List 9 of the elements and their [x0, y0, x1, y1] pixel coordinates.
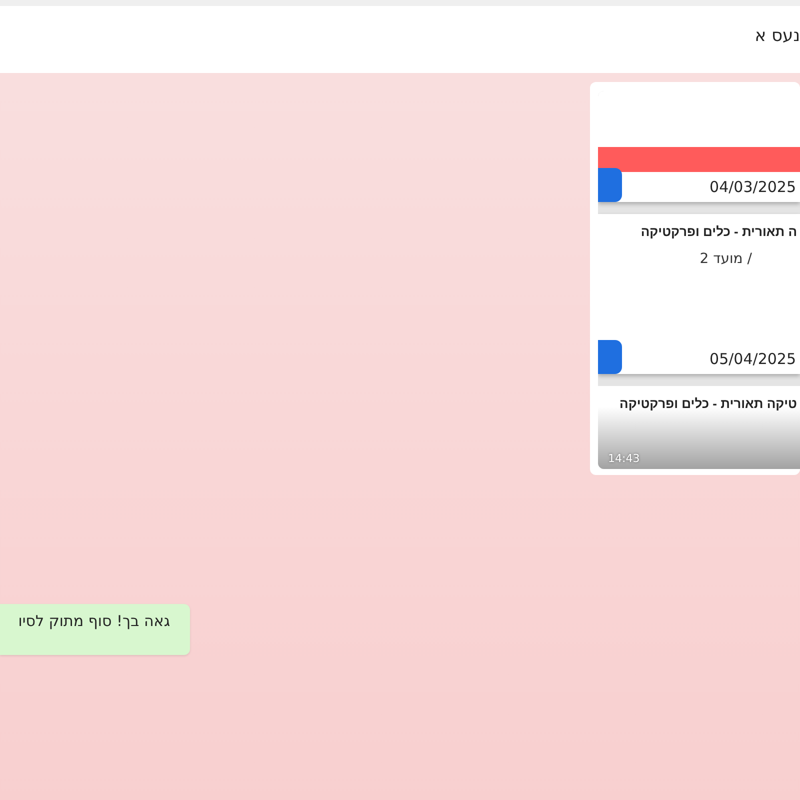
chat-title: נעס א: [754, 26, 800, 46]
card-subtitle: / מועד 2: [698, 251, 753, 267]
message-text: גאה בך! סוף מתוק לסיו: [18, 612, 170, 630]
message-time: 14:43: [608, 452, 640, 465]
card-title: ה תאורית - כלים ופרקטיקה: [640, 224, 798, 239]
card-date: 05/04/2025: [710, 350, 797, 368]
card-title: טיקה תאורית - כלים ופרקטיקה: [618, 396, 798, 411]
card-date: 04/03/2025: [710, 178, 797, 196]
action-button[interactable]: [598, 340, 622, 374]
